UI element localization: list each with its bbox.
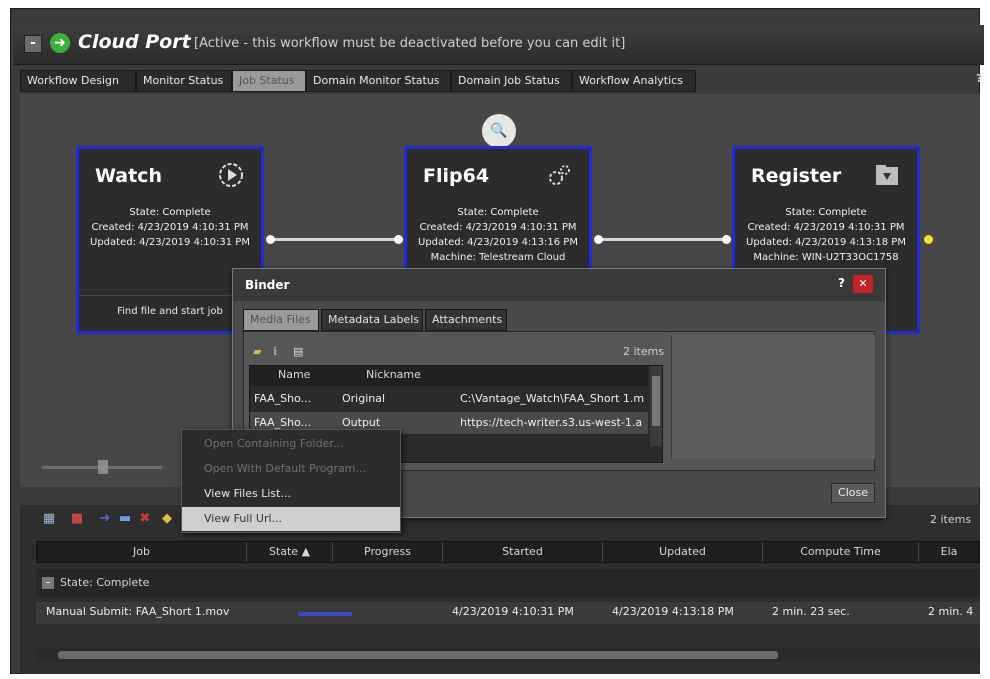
node-title: Watch	[95, 165, 162, 187]
arrow-icon[interactable]: ➜	[96, 510, 114, 528]
node-info: State: Complete Created: 4/23/2019 4:10:…	[79, 205, 261, 250]
node-title: Register	[751, 165, 842, 187]
media-row[interactable]: FAA_Sho... Original C:\Vantage_Watch\FAA…	[250, 388, 648, 410]
media-path: C:\Vantage_Watch\FAA_Short 1.m	[460, 392, 645, 405]
node-info: State: Complete Created: 4/23/2019 4:10:…	[407, 205, 589, 265]
open-folder-icon[interactable]: ▰	[253, 345, 261, 358]
workflow-title: Cloud Port	[78, 31, 191, 53]
node-updated: Updated: 4/23/2019 4:10:31 PM	[90, 237, 250, 248]
column-progress[interactable]: Progress	[333, 542, 443, 562]
tab-media-files[interactable]: Media Files	[243, 309, 319, 331]
job-grid-header: Job State ▲ Progress Started Updated Com…	[36, 541, 980, 563]
tab-metadata-labels[interactable]: Metadata Labels	[321, 309, 423, 331]
node-state: State: Complete	[129, 207, 211, 218]
node-created: Created: 4/23/2019 4:10:31 PM	[91, 222, 249, 233]
delete-icon[interactable]: ✖	[136, 510, 154, 528]
binder-icon[interactable]: ◆	[158, 510, 176, 528]
folder-register-icon	[873, 161, 901, 189]
node-created: Created: 4/23/2019 4:10:31 PM	[747, 222, 905, 233]
media-preview	[671, 335, 875, 459]
node-created: Created: 4/23/2019 4:10:31 PM	[419, 222, 577, 233]
tab-domain-job-status[interactable]: Domain Job Status	[451, 70, 572, 92]
info-icon[interactable]: ℹ	[273, 345, 277, 358]
node-updated: Updated: 4/23/2019 4:13:18 PM	[746, 237, 906, 248]
menu-open-containing-folder[interactable]: Open Containing Folder...	[182, 432, 400, 456]
job-count: 2 items	[930, 513, 972, 526]
active-workflow-icon: ➜	[50, 33, 70, 53]
connector-flip64-register	[598, 238, 728, 241]
column-elapsed[interactable]: Ela	[919, 542, 979, 562]
node-updated: Updated: 4/23/2019 4:13:16 PM	[418, 237, 578, 248]
job-name: Manual Submit: FAA_Short 1.mov	[46, 605, 230, 618]
close-icon[interactable]: ✕	[853, 275, 873, 293]
menu-view-full-url[interactable]: View Full Url...	[182, 507, 400, 531]
media-list-header: Name Nickname	[250, 366, 648, 386]
column-compute-time[interactable]: Compute Time	[763, 542, 919, 562]
tab-monitor-status[interactable]: Monitor Status	[136, 70, 232, 92]
connector-dot[interactable]	[722, 235, 731, 244]
group-state-complete[interactable]: - State: Complete	[36, 569, 980, 597]
node-state: State: Complete	[457, 207, 539, 218]
connector-dot[interactable]	[266, 235, 275, 244]
media-count: 2 items	[623, 345, 665, 358]
menu-open-with-default-program[interactable]: Open With Default Program...	[182, 457, 400, 481]
column-job[interactable]: Job	[37, 542, 247, 562]
job-updated: 4/23/2019 4:13:18 PM	[612, 605, 734, 618]
progress-fill	[298, 612, 352, 616]
menu-view-files-list[interactable]: View Files List...	[182, 482, 400, 506]
workflow-titlebar: - ➜ Cloud Port [Active - this workflow m…	[14, 25, 984, 65]
media-name: FAA_Sho...	[254, 416, 312, 429]
progress-bar	[298, 612, 352, 616]
vertical-scrollbar[interactable]	[650, 366, 662, 446]
connector-watch-flip64	[270, 238, 400, 241]
help-icon[interactable]: ?	[976, 72, 982, 85]
tab-workflow-analytics[interactable]: Workflow Analytics	[572, 70, 696, 92]
job-compute-time: 2 min. 23 sec.	[772, 605, 850, 618]
column-state[interactable]: State ▲	[247, 542, 333, 562]
node-state: State: Complete	[785, 207, 867, 218]
table-row[interactable]: Manual Submit: FAA_Short 1.mov 4/23/2019…	[36, 602, 980, 624]
connector-dot[interactable]	[394, 235, 403, 244]
column-name[interactable]: Name	[278, 368, 310, 381]
job-started: 4/23/2019 4:10:31 PM	[452, 605, 574, 618]
folder-icon[interactable]: ▬	[116, 510, 134, 528]
node-info: State: Complete Created: 4/23/2019 4:10:…	[735, 205, 917, 265]
scrollbar-thumb[interactable]	[58, 651, 778, 659]
horizontal-scrollbar[interactable]	[36, 648, 980, 662]
scrollbar-thumb[interactable]	[652, 376, 660, 426]
tab-job-status[interactable]: Job Status	[232, 70, 306, 92]
magnifier-icon[interactable]: 🔍	[482, 114, 516, 148]
tab-workflow-design[interactable]: Workflow Design	[20, 70, 136, 92]
help-icon[interactable]: ?	[838, 276, 845, 290]
node-machine: Machine: Telestream Cloud	[430, 252, 566, 263]
dialog-titlebar[interactable]: Binder ? ✕	[233, 269, 885, 301]
connector-dot[interactable]	[594, 235, 603, 244]
collapse-button[interactable]: -	[24, 35, 42, 53]
play-circle-icon	[217, 161, 245, 189]
gears-icon	[545, 161, 573, 189]
close-button[interactable]: Close	[831, 483, 875, 503]
group-collapse-button[interactable]: -	[42, 576, 54, 589]
job-elapsed: 2 min. 4	[928, 605, 974, 618]
stop-icon[interactable]: ■	[68, 510, 86, 528]
document-icon[interactable]: ▤	[293, 345, 303, 358]
context-menu: Open Containing Folder... Open With Defa…	[181, 429, 401, 533]
media-nickname: Output	[342, 416, 381, 429]
media-name: FAA_Sho...	[254, 392, 312, 405]
column-started[interactable]: Started	[443, 542, 603, 562]
zoom-slider-handle[interactable]	[98, 460, 108, 474]
column-updated[interactable]: Updated	[603, 542, 763, 562]
workflow-status-text: [Active - this workflow must be deactiva…	[194, 36, 626, 51]
dialog-title: Binder	[245, 278, 290, 292]
column-nickname[interactable]: Nickname	[366, 368, 421, 381]
node-machine: Machine: WIN-U2T33OC1758	[753, 252, 899, 263]
media-path: https://tech-writer.s3.us-west-1.a	[460, 416, 643, 429]
grid-icon[interactable]: ▦	[40, 510, 58, 528]
group-label: State: Complete	[60, 576, 150, 589]
connector-dot-output[interactable]	[924, 235, 933, 244]
media-nickname: Original	[342, 392, 386, 405]
node-title: Flip64	[423, 165, 490, 187]
tab-domain-monitor-status[interactable]: Domain Monitor Status	[306, 70, 451, 92]
tab-attachments[interactable]: Attachments	[425, 309, 507, 331]
